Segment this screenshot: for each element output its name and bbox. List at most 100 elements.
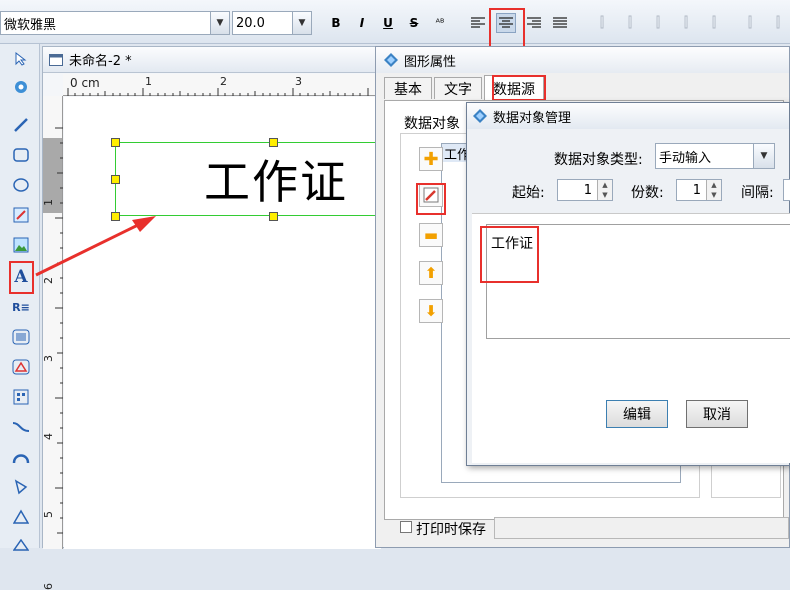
- move-up-button[interactable]: ⬆: [419, 261, 443, 285]
- dialog-title: 图形属性: [404, 54, 457, 70]
- data-object-label: 数据对象: [404, 116, 460, 132]
- resize-handle[interactable]: [269, 138, 278, 147]
- ellipse-icon: [13, 178, 29, 192]
- image-tool[interactable]: [10, 234, 32, 256]
- document-titlebar: 未命名-2 *: [43, 47, 381, 73]
- font-name-select[interactable]: 微软雅黑 ▼: [0, 11, 230, 35]
- copies-label: 份数:: [631, 185, 664, 201]
- strikethrough-button[interactable]: S: [404, 13, 424, 33]
- polygon-tool[interactable]: [10, 476, 32, 498]
- justify-button[interactable]: [550, 13, 570, 33]
- qrcode-icon: [13, 389, 29, 405]
- shape-tool[interactable]: [10, 356, 32, 378]
- tab-basic[interactable]: 基本: [384, 77, 432, 99]
- type-select[interactable]: 手动输入 ▼: [655, 143, 775, 169]
- cancel-button[interactable]: 取消: [686, 400, 748, 428]
- resize-handle[interactable]: [111, 212, 120, 221]
- tools-sidebar: A R≡: [0, 44, 40, 551]
- rich-text-tool[interactable]: R≡: [10, 296, 32, 318]
- rectangle-icon: [13, 148, 29, 162]
- tab-text[interactable]: 文字: [434, 77, 482, 99]
- ruler-h-1: 1: [145, 75, 152, 88]
- stepper-arrows-icon[interactable]: ▲ ▼: [597, 180, 612, 200]
- align-objects-right-icon[interactable]: ⫿: [648, 13, 668, 33]
- pointer-tool[interactable]: [10, 48, 32, 70]
- resize-handle[interactable]: [269, 212, 278, 221]
- align-objects-top-icon[interactable]: ⫿: [676, 13, 696, 33]
- type-value: 手动输入: [659, 150, 712, 166]
- pan-icon: [15, 81, 27, 93]
- dialog-titlebar: 图形属性: [376, 47, 789, 73]
- triangle-shape-icon: [12, 359, 30, 375]
- arrow-down-icon: ⬇: [424, 302, 438, 320]
- line-tool[interactable]: [10, 114, 32, 136]
- justify-icon: [553, 17, 567, 28]
- font-name-value: 微软雅黑: [4, 17, 57, 33]
- font-size-select[interactable]: 20.0 ▼: [232, 11, 312, 35]
- align-left-icon: [471, 17, 485, 28]
- app-logo-icon: [473, 109, 487, 123]
- pointer-icon: [15, 52, 27, 66]
- align-objects-left-icon[interactable]: ⫿: [592, 13, 612, 33]
- curve-tool[interactable]: [10, 416, 32, 438]
- barcode-tool[interactable]: [10, 326, 32, 348]
- triangle-tool[interactable]: [10, 506, 32, 528]
- resize-handle[interactable]: [111, 175, 120, 184]
- chevron-down-icon[interactable]: ▼: [210, 12, 229, 34]
- char-spacing-icon[interactable]: ᴬᴮ: [430, 13, 450, 33]
- barcode-icon: [12, 329, 30, 345]
- bold-button[interactable]: B: [326, 13, 346, 33]
- stepper-arrows-icon[interactable]: ▲ ▼: [706, 180, 721, 200]
- main-toolbar: 微软雅黑 ▼ 20.0 ▼ B I U S ᴬᴮ ⫿ ⫿ ⫿ ⫿ ⫿ ⫿ ⫿: [0, 0, 790, 51]
- align-left-button[interactable]: [468, 13, 488, 33]
- edit-button[interactable]: 编辑: [606, 400, 668, 428]
- align-right-button[interactable]: [524, 13, 544, 33]
- start-stepper[interactable]: 1 ▲ ▼: [557, 179, 613, 201]
- copies-stepper[interactable]: 1 ▲ ▼: [676, 179, 722, 201]
- arc-tool[interactable]: [10, 446, 32, 468]
- underline-button[interactable]: U: [378, 13, 398, 33]
- highlight-align-center: [489, 8, 525, 51]
- dialog-titlebar: 数据对象管理: [467, 103, 789, 129]
- ruler-h-2: 2: [220, 75, 227, 88]
- add-button[interactable]: ✚: [419, 147, 443, 171]
- align-right-icon: [527, 17, 541, 28]
- highlight-text-tool: [9, 261, 34, 294]
- label-canvas[interactable]: 工作证: [64, 97, 435, 549]
- print-save-field[interactable]: [494, 517, 789, 539]
- align-objects-center-icon[interactable]: ⫿: [620, 13, 640, 33]
- highlight-datasource-tab: [492, 75, 546, 101]
- interval-label: 间隔:: [741, 185, 774, 201]
- more-tool[interactable]: [10, 534, 32, 556]
- italic-button[interactable]: I: [352, 13, 372, 33]
- ruler-h-3: 3: [295, 75, 302, 88]
- distribute-vertical-icon[interactable]: ⫿: [768, 13, 788, 33]
- vertical-ruler: 1 2 3 4 5 6: [42, 96, 63, 590]
- chevron-down-icon[interactable]: ▼: [292, 12, 311, 34]
- dialog-title: 数据对象管理: [493, 110, 572, 126]
- move-down-button[interactable]: ⬇: [419, 299, 443, 323]
- rect-tool[interactable]: [10, 144, 32, 166]
- print-save-checkbox[interactable]: [400, 521, 412, 533]
- chevron-down-icon[interactable]: ▼: [753, 144, 774, 168]
- arrow-up-icon: ⬆: [424, 264, 438, 282]
- ruler-v-5: 5: [42, 511, 55, 518]
- interval-stepper[interactable]: [783, 179, 790, 201]
- start-value: 1: [583, 182, 592, 198]
- image-edit-tool[interactable]: [10, 204, 32, 226]
- qrcode-tool[interactable]: [10, 386, 32, 408]
- resize-handle[interactable]: [111, 138, 120, 147]
- type-label: 数据对象类型:: [554, 152, 643, 168]
- image-icon: [13, 237, 29, 253]
- remove-button[interactable]: ▬: [419, 223, 443, 247]
- arc-icon: [12, 454, 30, 464]
- highlight-edit-button: [416, 183, 446, 215]
- ellipse-tool[interactable]: [10, 174, 32, 196]
- distribute-icon[interactable]: ⫿: [740, 13, 760, 33]
- ruler-v-1: 1: [42, 199, 55, 206]
- line-icon: [14, 118, 28, 132]
- pan-tool[interactable]: [10, 76, 32, 98]
- align-objects-middle-icon[interactable]: ⫿: [704, 13, 724, 33]
- ruler-v-2: 2: [42, 277, 55, 284]
- app-logo-icon: [384, 53, 398, 67]
